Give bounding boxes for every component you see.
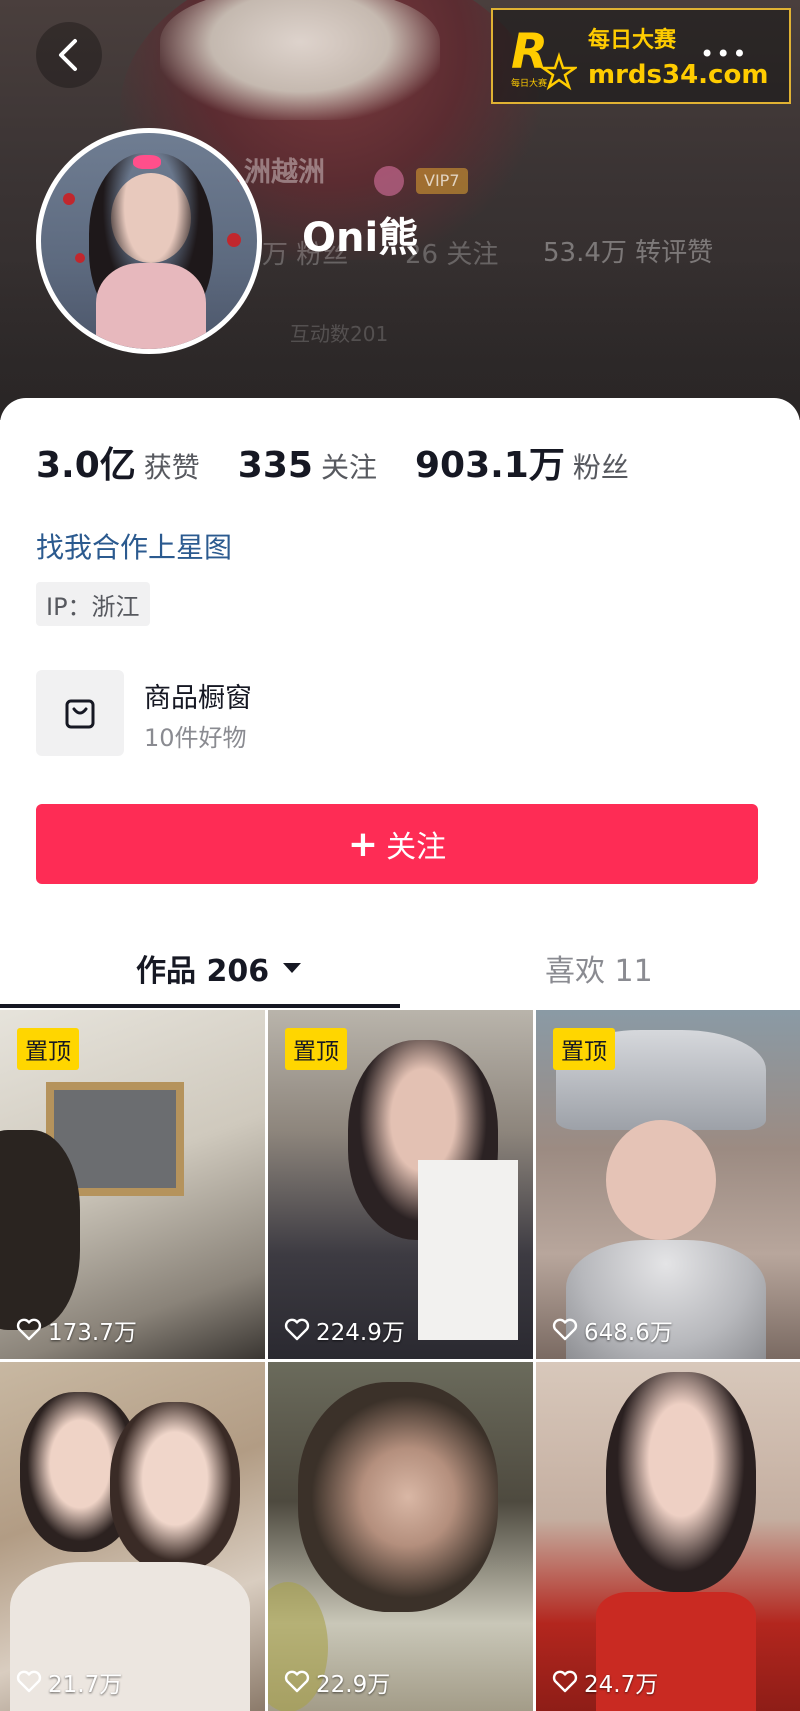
shop-icon-box	[36, 670, 124, 756]
pinned-badge: 置顶	[553, 1028, 615, 1070]
video-thumbnail[interactable]: 21.7万	[0, 1362, 265, 1711]
svg-text:R: R	[511, 24, 548, 80]
profile-stats: 3.0亿 获赞 335 关注 903.1万 粉丝	[36, 436, 629, 488]
tab-active-indicator	[0, 1004, 400, 1008]
caret-down-icon	[283, 963, 302, 973]
heart-icon	[16, 1670, 42, 1693]
chevron-left-icon	[59, 39, 77, 71]
video-likes-count: 22.9万	[316, 1672, 391, 1698]
tab-works[interactable]: 作品 206	[136, 946, 303, 990]
cover-ghost-search-badge	[374, 166, 404, 196]
heart-icon	[552, 1670, 578, 1693]
pinned-badge: 置顶	[17, 1028, 79, 1070]
stat-followers[interactable]: 903.1万 粉丝	[415, 436, 629, 488]
video-likes: 21.7万	[16, 1665, 122, 1699]
plus-icon: +	[347, 823, 379, 865]
heart-icon	[284, 1318, 310, 1341]
video-thumbnail[interactable]: 置顶 648.6万	[536, 1010, 800, 1359]
stat-following-value: 335	[237, 445, 313, 486]
video-likes-count: 648.6万	[584, 1320, 673, 1346]
content-tabs: 作品 206 喜欢 11	[0, 928, 800, 1010]
more-dots-icon: •••	[700, 40, 749, 68]
username: Oni熊	[302, 215, 419, 261]
follow-button-label: 关注	[386, 830, 447, 865]
video-likes-count: 21.7万	[48, 1672, 123, 1698]
stat-likes-value: 3.0亿	[36, 445, 136, 486]
svg-text:每日大赛: 每日大赛	[511, 77, 547, 89]
cover-ghost-stat-b: 26 关注	[405, 240, 499, 270]
stat-likes-label: 获赞	[143, 451, 200, 484]
stat-followers-label: 粉丝	[572, 451, 629, 484]
video-likes: 648.6万	[552, 1313, 673, 1347]
shop-subtitle: 10件好物	[144, 724, 247, 752]
cover-ghost-vip-badge: VIP7	[416, 168, 468, 194]
stat-following[interactable]: 335 关注	[238, 445, 377, 486]
pinned-badge: 置顶	[285, 1028, 347, 1070]
stat-likes[interactable]: 3.0亿 获赞	[36, 436, 200, 488]
cover-collar	[160, 0, 440, 120]
shop-window[interactable]: 商品橱窗 10件好物	[36, 670, 756, 756]
shop-title: 商品橱窗	[144, 683, 252, 714]
heart-icon	[16, 1318, 42, 1341]
shopping-bag-icon	[65, 699, 95, 729]
more-button[interactable]: •••	[700, 40, 748, 68]
video-likes-count: 173.7万	[48, 1320, 137, 1346]
video-grid: 置顶 173.7万 置顶 224.9万 置顶 648.6万 21.7万 22.9…	[0, 1010, 800, 1711]
ip-location-tag: IP：浙江	[36, 582, 150, 626]
avatar[interactable]	[36, 128, 262, 354]
heart-icon	[284, 1670, 310, 1693]
tab-liked-label: 喜欢 11	[545, 954, 653, 989]
watermark-line1: 每日大赛	[588, 28, 677, 53]
back-button[interactable]	[36, 22, 102, 88]
profile-panel: 3.0亿 获赞 335 关注 903.1万 粉丝 找我合作上星图 IP：浙江 商…	[0, 398, 800, 1010]
stat-following-label: 关注	[320, 451, 377, 484]
cooperation-link[interactable]: 找我合作上星图	[36, 526, 232, 566]
follow-button[interactable]: + 关注	[36, 804, 758, 884]
video-likes: 173.7万	[16, 1313, 137, 1347]
tab-liked[interactable]: 喜欢 11	[545, 946, 653, 990]
video-likes-count: 24.7万	[584, 1672, 659, 1698]
video-likes: 24.7万	[552, 1665, 658, 1699]
watermark-logo: R 每日大赛	[511, 24, 577, 91]
cover-ghost-interact: 互动数201	[290, 322, 389, 346]
tab-works-label: 作品 206	[136, 954, 270, 989]
video-thumbnail[interactable]: 置顶 224.9万	[268, 1010, 533, 1359]
video-likes: 22.9万	[284, 1665, 390, 1699]
cover-ghost-name: 洲越洲	[244, 157, 325, 188]
video-thumbnail[interactable]: 24.7万	[536, 1362, 800, 1711]
video-thumbnail[interactable]: 22.9万	[268, 1362, 533, 1711]
video-thumbnail[interactable]: 置顶 173.7万	[0, 1010, 265, 1359]
stat-followers-value: 903.1万	[414, 445, 565, 486]
heart-icon	[552, 1318, 578, 1341]
video-likes: 224.9万	[284, 1313, 405, 1347]
video-likes-count: 224.9万	[316, 1320, 405, 1346]
cover-ghost-stat-c: 53.4万 转评赞	[543, 238, 714, 268]
